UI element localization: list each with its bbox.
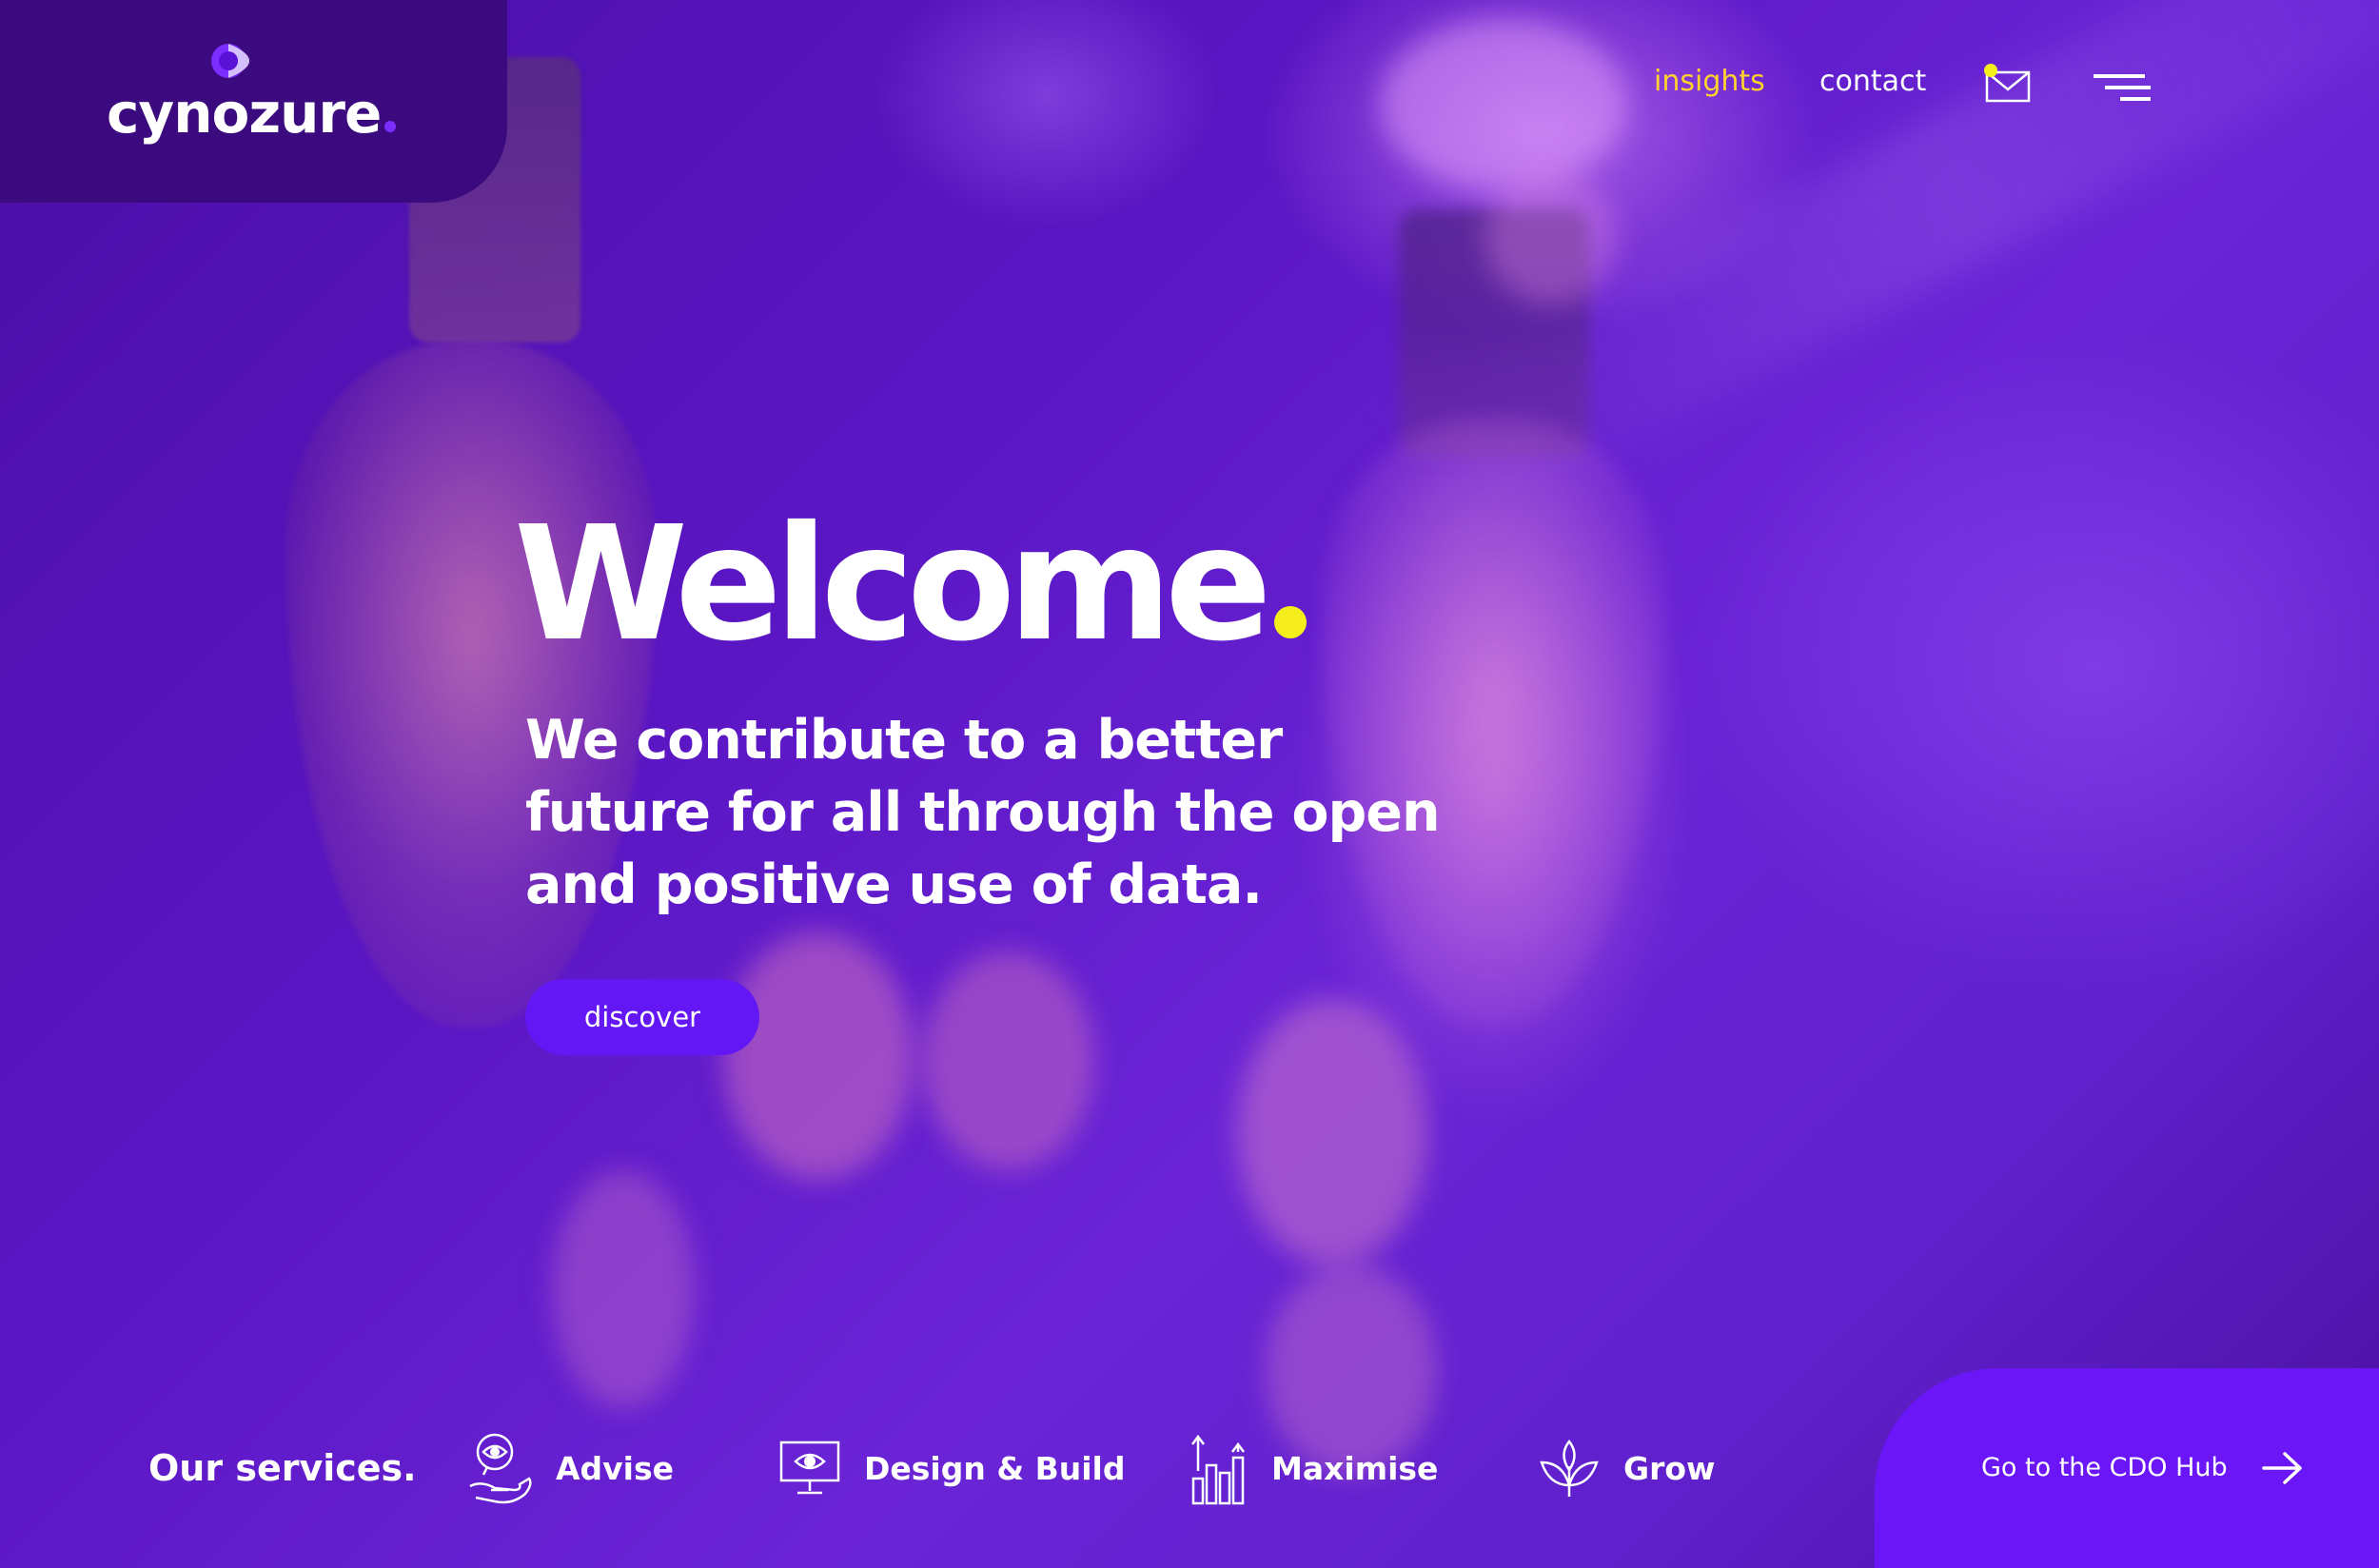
envelope-icon[interactable] bbox=[1983, 63, 2033, 105]
bokeh-light bbox=[723, 932, 914, 1180]
hero-subtitle: We contribute to a better future for all… bbox=[525, 709, 1441, 916]
discover-button[interactable]: discover bbox=[525, 979, 759, 1055]
hero-title: Welcome bbox=[514, 495, 1307, 676]
cdo-hub-label: Go to the CDO Hub bbox=[1981, 1453, 2228, 1482]
growth-bars-icon bbox=[1191, 1434, 1245, 1505]
nav-link-insights[interactable]: insights bbox=[1654, 63, 1765, 101]
service-label-advise: Advise bbox=[556, 1450, 675, 1487]
bokeh-light bbox=[923, 951, 1094, 1170]
bokeh-light bbox=[1237, 999, 1427, 1265]
services-title: Our services. bbox=[148, 1447, 417, 1489]
bokeh-light bbox=[1380, 19, 1627, 190]
arrow-right-icon bbox=[2261, 1452, 2302, 1484]
bokeh-light bbox=[1484, 171, 1618, 304]
service-grow[interactable]: Grow bbox=[1538, 1431, 1716, 1507]
service-design-build[interactable]: Design & Build bbox=[778, 1431, 1126, 1507]
logo-wordmark: cynozure bbox=[107, 80, 397, 147]
logo-container[interactable]: cynozure bbox=[0, 0, 507, 203]
bokeh-light bbox=[552, 1170, 695, 1408]
brand-name: cynozure bbox=[107, 81, 382, 146]
eye-logo-icon bbox=[211, 44, 249, 78]
eye-hand-icon bbox=[469, 1433, 532, 1504]
logo-dot bbox=[384, 121, 397, 132]
leaf-icon bbox=[1540, 1439, 1599, 1497]
service-label-grow: Grow bbox=[1623, 1450, 1716, 1487]
service-advise[interactable]: Advise bbox=[466, 1431, 674, 1507]
hamburger-menu-icon[interactable] bbox=[2094, 70, 2151, 108]
hero-title-text: Welcome bbox=[514, 493, 1272, 676]
service-label-maximise: Maximise bbox=[1271, 1450, 1439, 1487]
cdo-hub-link[interactable]: Go to the CDO Hub bbox=[1875, 1368, 2379, 1568]
light-bulb-left bbox=[285, 343, 657, 1028]
nav-link-contact[interactable]: contact bbox=[1819, 63, 1926, 101]
monitor-eye-icon bbox=[779, 1441, 840, 1495]
service-maximise[interactable]: Maximise bbox=[1190, 1431, 1438, 1507]
hero-title-dot bbox=[1273, 606, 1307, 638]
service-label-design-build: Design & Build bbox=[864, 1450, 1126, 1487]
